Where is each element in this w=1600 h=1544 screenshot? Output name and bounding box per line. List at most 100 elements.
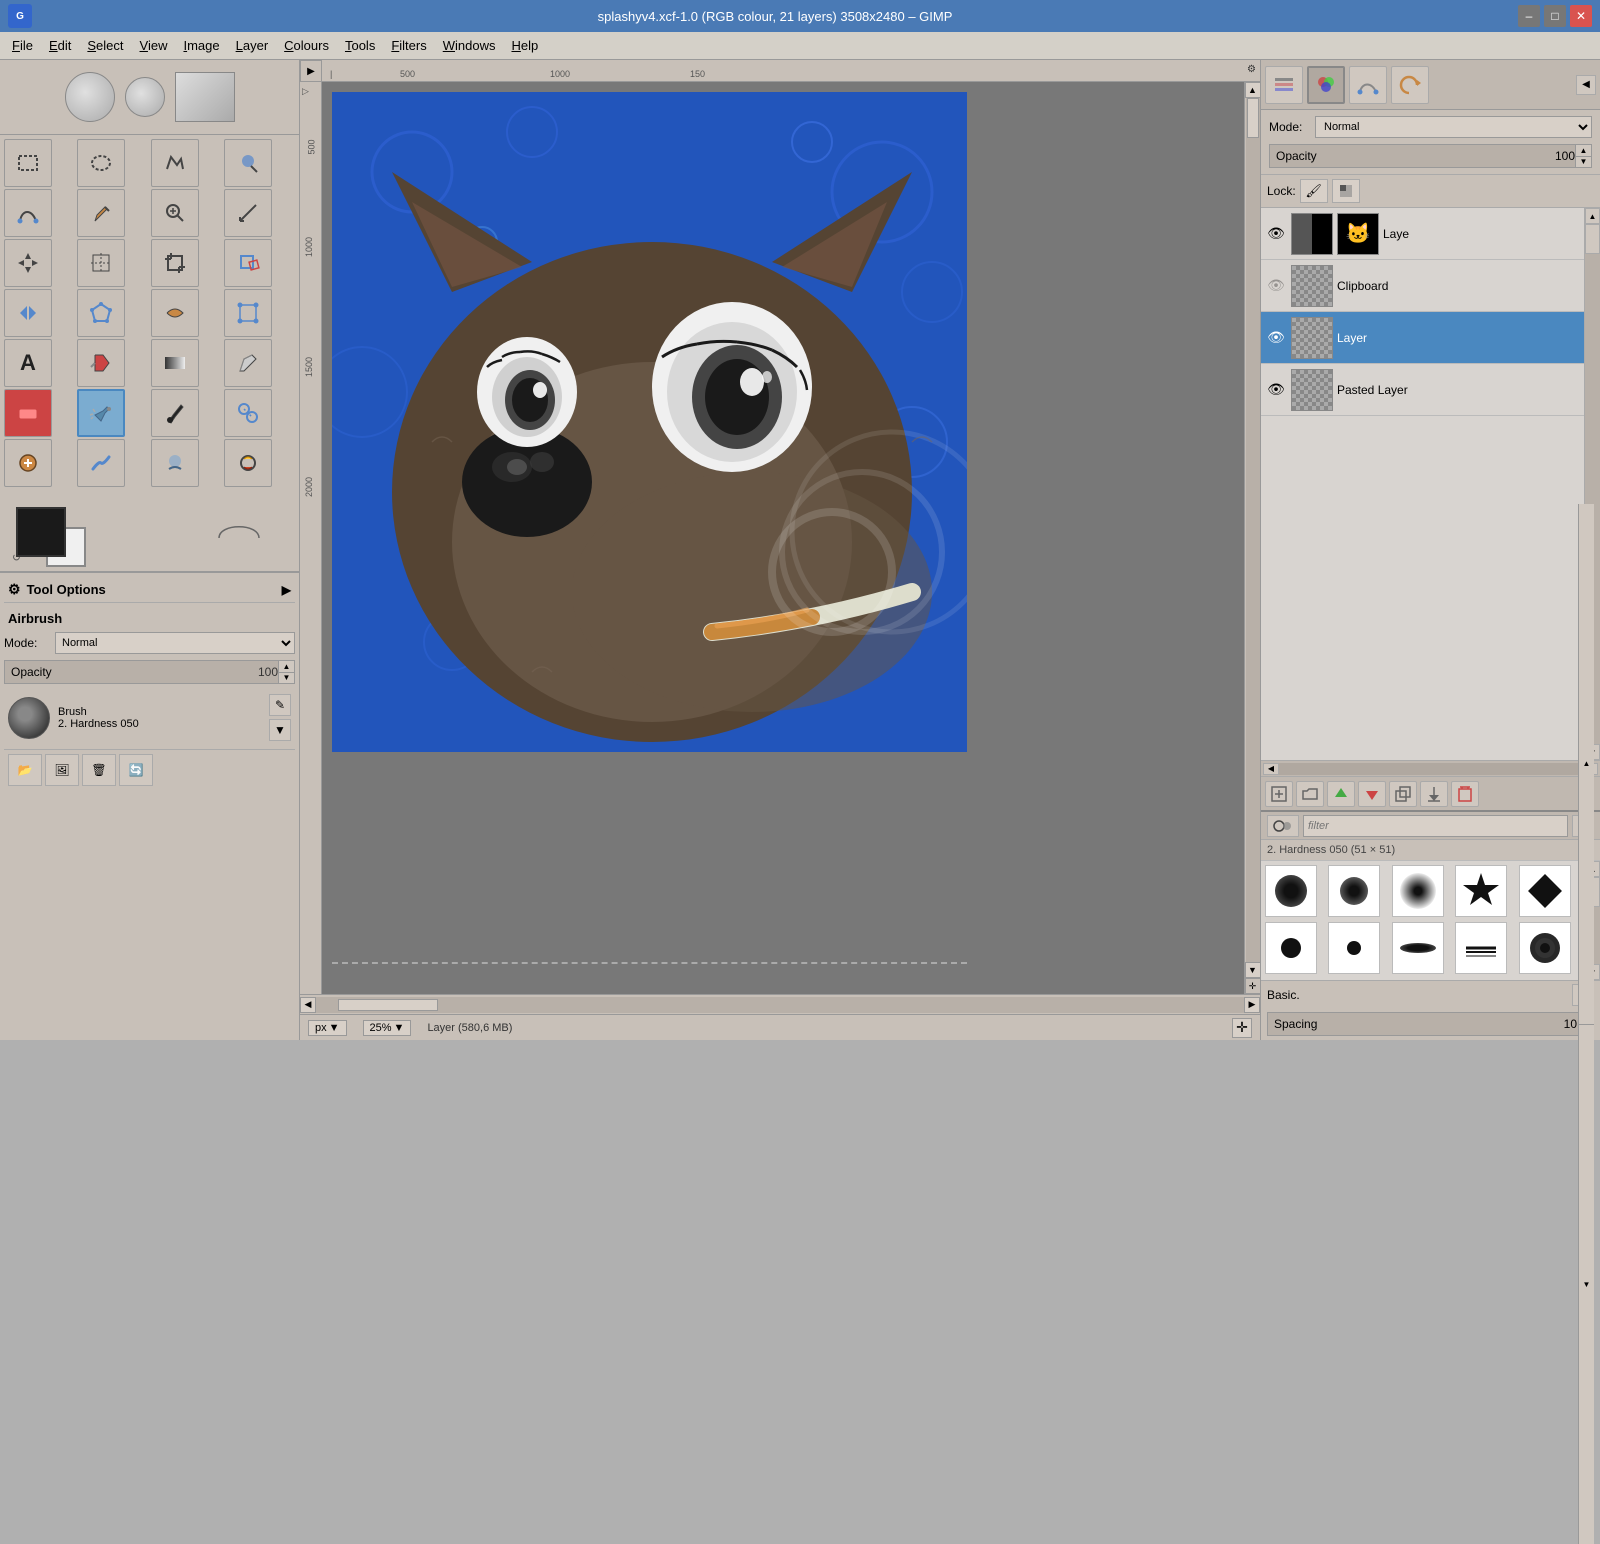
- tool-blur[interactable]: [151, 439, 199, 487]
- mode-select[interactable]: Normal Dissolve Multiply: [55, 632, 295, 654]
- tool-options-arrow[interactable]: ▶: [282, 583, 291, 597]
- tool-text[interactable]: A: [4, 339, 52, 387]
- layer-eye-3[interactable]: 👁: [1265, 379, 1287, 401]
- tool-rect-select[interactable]: [4, 139, 52, 187]
- tool-align[interactable]: [77, 239, 125, 287]
- tool-unified[interactable]: [224, 289, 272, 337]
- brush-cell-6[interactable]: [1328, 922, 1380, 974]
- menu-select[interactable]: Select: [79, 35, 131, 56]
- bottom-tool4[interactable]: 🔄: [119, 754, 153, 786]
- minimize-button[interactable]: –: [1518, 5, 1540, 27]
- layer-eye-0[interactable]: 👁: [1265, 223, 1287, 245]
- brush-cell-0[interactable]: [1265, 865, 1317, 917]
- menu-filters[interactable]: Filters: [383, 35, 434, 56]
- layer-eye-2[interactable]: 👁: [1265, 327, 1287, 349]
- brush-cell-5[interactable]: [1265, 922, 1317, 974]
- layers-hscroll-track[interactable]: [1279, 763, 1582, 775]
- bottom-tool3[interactable]: 🗑: [82, 754, 116, 786]
- brush-cell-7[interactable]: [1392, 922, 1444, 974]
- unit-selector[interactable]: px ▼: [308, 1020, 347, 1036]
- ruler-config[interactable]: ⚙: [1247, 64, 1256, 75]
- brushes-tab1[interactable]: [1267, 815, 1299, 837]
- lock-alpha[interactable]: [1332, 179, 1360, 203]
- tool-ink[interactable]: [151, 389, 199, 437]
- menu-layer[interactable]: Layer: [228, 35, 277, 56]
- tool-free-select[interactable]: [151, 139, 199, 187]
- menu-windows[interactable]: Windows: [435, 35, 504, 56]
- layers-opacity-down[interactable]: ▼: [1576, 156, 1591, 168]
- layers-scroll-up[interactable]: ▲: [1585, 208, 1600, 224]
- tool-move[interactable]: [4, 239, 52, 287]
- tool-eraser[interactable]: [4, 389, 52, 437]
- vscroll-thumb[interactable]: [1247, 98, 1259, 138]
- tool-clone[interactable]: [224, 389, 272, 437]
- menu-file[interactable]: File: [4, 35, 41, 56]
- layers-hscroll-left[interactable]: ◀: [1263, 763, 1279, 775]
- layer-new[interactable]: [1265, 781, 1293, 807]
- tool-warp[interactable]: [151, 289, 199, 337]
- tool-dodge[interactable]: [224, 439, 272, 487]
- tool-bucket-fill[interactable]: [77, 339, 125, 387]
- rpanel-tab-undo[interactable]: [1391, 66, 1429, 104]
- layer-move-up[interactable]: [1327, 781, 1355, 807]
- ruler-left-config[interactable]: ▷: [302, 86, 320, 104]
- spacing-up[interactable]: ▲: [1579, 504, 1594, 1024]
- opacity-slider[interactable]: Opacity 100,0 ▲ ▼: [4, 660, 295, 684]
- tool-ellipse-select[interactable]: [77, 139, 125, 187]
- vscroll-up[interactable]: ▲: [1245, 82, 1261, 98]
- brush-cell-4[interactable]: [1519, 865, 1571, 917]
- layer-anchor[interactable]: [1420, 781, 1448, 807]
- tool-smudge[interactable]: [77, 439, 125, 487]
- menu-image[interactable]: Image: [175, 35, 227, 56]
- menu-view[interactable]: View: [132, 35, 176, 56]
- canvas-nav[interactable]: ✛: [1232, 1018, 1252, 1038]
- hscroll-right[interactable]: ▶: [1244, 997, 1260, 1013]
- rpanel-tab-layers[interactable]: [1265, 66, 1303, 104]
- swap-colors-icon[interactable]: [209, 513, 269, 563]
- brush-cell-3[interactable]: [1455, 865, 1507, 917]
- layer-item-3[interactable]: 👁 Pasted Layer: [1261, 364, 1584, 416]
- spacing-down[interactable]: ▼: [1579, 1024, 1594, 1544]
- hscroll-left[interactable]: ◀: [300, 997, 316, 1013]
- tool-gradient[interactable]: [151, 339, 199, 387]
- zoom-selector[interactable]: 25% ▼: [363, 1020, 412, 1036]
- vscroll-down[interactable]: ▼: [1245, 962, 1261, 978]
- tool-paths[interactable]: [4, 189, 52, 237]
- bottom-tool1[interactable]: 📂: [8, 754, 42, 786]
- rpanel-tab-channels[interactable]: [1307, 66, 1345, 104]
- tool-zoom[interactable]: [151, 189, 199, 237]
- lock-pixels[interactable]: 🖌: [1300, 179, 1328, 203]
- tool-transform[interactable]: [224, 239, 272, 287]
- brush-scroll-down[interactable]: ▼: [269, 719, 291, 741]
- tool-fuzzy-select[interactable]: [224, 139, 272, 187]
- tool-crop[interactable]: [151, 239, 199, 287]
- menu-help[interactable]: Help: [503, 35, 546, 56]
- brush-cell-8[interactable]: [1455, 922, 1507, 974]
- maximize-button[interactable]: □: [1544, 5, 1566, 27]
- menu-edit[interactable]: Edit: [41, 35, 79, 56]
- rpanel-collapse[interactable]: ◀: [1576, 75, 1596, 95]
- horizontal-scrollbar[interactable]: [316, 997, 1244, 1013]
- vscroll-track[interactable]: [1246, 98, 1260, 962]
- tool-flip[interactable]: [4, 289, 52, 337]
- vscroll-nav[interactable]: ✛: [1245, 978, 1261, 994]
- layer-move-down[interactable]: [1358, 781, 1386, 807]
- menu-tools[interactable]: Tools: [337, 35, 383, 56]
- close-button[interactable]: ✕: [1570, 5, 1592, 27]
- layer-duplicate[interactable]: [1389, 781, 1417, 807]
- brush-cell-1[interactable]: [1328, 865, 1380, 917]
- opacity-up[interactable]: ▲: [279, 661, 294, 672]
- bottom-tool2[interactable]: 🖼: [45, 754, 79, 786]
- tool-airbrush[interactable]: [77, 389, 125, 437]
- foreground-color[interactable]: [16, 507, 66, 557]
- layers-opacity-up[interactable]: ▲: [1576, 145, 1591, 156]
- brushes-filter-input[interactable]: [1303, 815, 1568, 837]
- canvas-viewport[interactable]: [322, 82, 1244, 994]
- tool-pencil[interactable]: [224, 339, 272, 387]
- brush-cell-2[interactable]: [1392, 865, 1444, 917]
- layers-mode-select[interactable]: Normal Multiply Screen: [1315, 116, 1592, 138]
- spacing-row[interactable]: Spacing 10,0 ▲ ▼: [1267, 1012, 1594, 1036]
- menu-colours[interactable]: Colours: [276, 35, 337, 56]
- layer-delete[interactable]: [1451, 781, 1479, 807]
- layer-open[interactable]: [1296, 781, 1324, 807]
